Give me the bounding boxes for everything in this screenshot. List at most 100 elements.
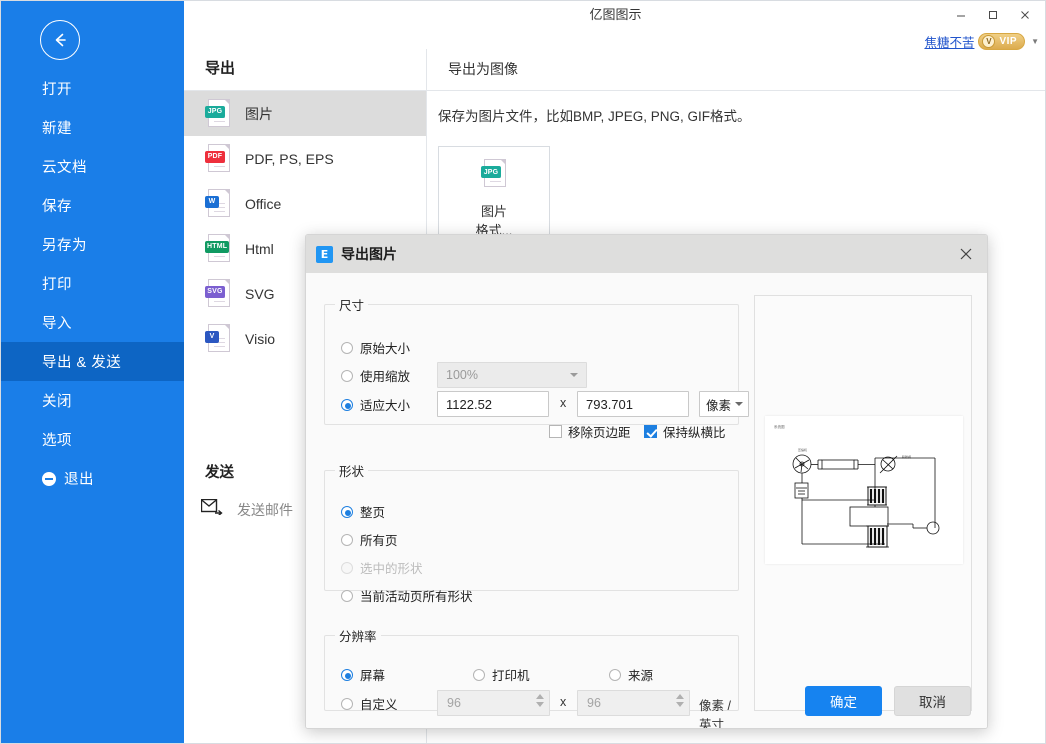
radio-all-shapes-active-page-icon: [341, 589, 353, 602]
chevron-down-icon[interactable]: ▼: [1031, 37, 1039, 46]
radio-fit-size-icon: [341, 398, 353, 411]
radio-whole-page[interactable]: 整页: [341, 502, 385, 521]
sidebar-item-exit[interactable]: 退出: [1, 459, 184, 498]
radio-original-size[interactable]: 原始大小: [341, 338, 410, 357]
export-as-image-heading: 导出为图像: [448, 61, 518, 77]
svg-file-icon: SVG: [205, 278, 231, 309]
html-file-icon: HTML: [205, 233, 231, 264]
sidebar-item-options[interactable]: 选项: [1, 420, 184, 459]
sidebar-item-save-as[interactable]: 另存为: [1, 225, 184, 264]
sidebar-item-import[interactable]: 导入: [1, 303, 184, 342]
svg-file-icon-tag: SVG: [205, 285, 225, 298]
sidebar-item-close[interactable]: 关闭: [1, 381, 184, 420]
sidebar-item-cloud-doc[interactable]: 云文档: [1, 147, 184, 186]
radio-selected-shapes-icon: [341, 561, 353, 574]
pdf-file-icon-tag: PDF: [205, 150, 225, 163]
scale-dropdown-value: 100%: [446, 368, 478, 382]
sidebar-item-label: 导出 & 发送: [42, 355, 122, 371]
dpi-x-separator: x: [560, 695, 567, 709]
format-item-pdf-ps-eps[interactable]: PDF PDF, PS, EPS: [184, 136, 426, 181]
radio-all-shapes-active-page[interactable]: 当前活动页所有形状: [341, 586, 473, 605]
checkbox-keep-ratio-icon: [644, 425, 657, 438]
dpi-unit-label: 像素 / 英寸: [699, 699, 731, 729]
format-item-image[interactable]: JPG 图片: [184, 91, 426, 136]
chevron-down-icon: [570, 373, 578, 377]
eddx-app-window: 打开 新建 云文档 保存 另存为 打印 导入 导出 & 发送 关闭 选项 退出 …: [0, 0, 1046, 744]
sidebar-item-export-and-send[interactable]: 导出 & 发送: [1, 342, 184, 381]
dpi-y-value: 96: [587, 696, 601, 710]
send-mail-item[interactable]: 发送邮件: [200, 498, 293, 520]
mail-icon: [200, 498, 223, 520]
sidebar-item-print[interactable]: 打印: [1, 264, 184, 303]
radio-source[interactable]: 来源: [609, 665, 653, 684]
dpi-x-value: 96: [447, 696, 461, 710]
dpi-y-stepper[interactable]: 96: [577, 690, 690, 716]
sidebar-item-label: 关闭: [42, 394, 72, 410]
checkbox-keep-ratio-label: 保持纵横比: [663, 426, 726, 440]
export-heading: 导出: [205, 60, 236, 77]
jpg-file-icon-tag: JPG: [205, 105, 225, 118]
export-description: 保存为图片文件，比如BMP, JPEG, PNG, GIF格式。: [438, 109, 751, 124]
radio-selected-shapes-label: 选中的形状: [360, 562, 423, 576]
svg-text:压缩机: 压缩机: [798, 447, 807, 452]
chevron-down-icon: [735, 402, 743, 406]
unit-dropdown[interactable]: 像素: [699, 391, 749, 417]
scale-dropdown[interactable]: 100%: [437, 362, 587, 388]
sidebar-item-label: 保存: [42, 199, 72, 215]
sidebar-item-new[interactable]: 新建: [1, 108, 184, 147]
radio-use-scale-icon: [341, 369, 353, 382]
vip-badge[interactable]: V VIP: [978, 32, 1026, 50]
radio-use-scale-label: 使用缩放: [360, 370, 411, 384]
radio-custom-dpi-icon: [341, 697, 353, 710]
radio-screen[interactable]: 屏幕: [341, 665, 385, 684]
vip-check-icon: V: [982, 34, 996, 48]
resolution-group: 分辨率 屏幕 打印机 来源 自定义 96 x 96 像素 / 英寸: [324, 626, 739, 728]
vip-badge-label: VIP: [999, 35, 1018, 47]
radio-printer[interactable]: 打印机: [473, 665, 530, 684]
checkbox-keep-ratio[interactable]: 保持纵横比: [644, 422, 726, 441]
radio-screen-label: 屏幕: [360, 669, 386, 683]
radio-use-scale[interactable]: 使用缩放: [341, 366, 410, 385]
format-item-label: SVG: [245, 285, 275, 302]
sidebar-item-open[interactable]: 打开: [1, 69, 184, 108]
sidebar-item-label: 打印: [42, 277, 72, 293]
close-button[interactable]: [1009, 3, 1041, 27]
sidebar-item-label: 选项: [42, 433, 72, 449]
dialog-action-buttons: 确定 取消: [805, 686, 971, 716]
ok-button[interactable]: 确定: [805, 686, 882, 716]
radio-all-pages[interactable]: 所有页: [341, 530, 398, 549]
sidebar-item-label: 另存为: [42, 238, 87, 254]
height-input[interactable]: [577, 391, 689, 417]
minimize-button[interactable]: [945, 3, 977, 27]
back-arrow-icon[interactable]: [40, 20, 80, 60]
cancel-button[interactable]: 取消: [894, 686, 971, 716]
visio-file-icon: V: [205, 323, 231, 354]
resolution-group-legend: 分辨率: [339, 630, 377, 644]
sidebar-item-label: 退出: [64, 472, 94, 488]
sidebar-item-save[interactable]: 保存: [1, 186, 184, 225]
dialog-close-icon[interactable]: [953, 241, 979, 267]
stepper-arrows-icon: [676, 694, 684, 707]
radio-printer-label: 打印机: [492, 669, 530, 683]
pdf-file-icon: PDF: [205, 143, 231, 174]
format-item-label: Visio: [245, 330, 276, 347]
format-item-office[interactable]: W Office: [184, 181, 426, 226]
radio-custom-dpi[interactable]: 自定义: [341, 694, 398, 713]
jpg-file-icon-tag: JPG: [481, 166, 501, 178]
account-name[interactable]: 焦糖不苦: [924, 32, 974, 51]
dialog-body: 尺寸 原始大小 使用缩放 100% 适应大小 x: [306, 273, 987, 728]
unit-dropdown-value: 像素: [706, 398, 732, 413]
radio-source-label: 来源: [628, 669, 654, 683]
width-input[interactable]: [437, 391, 549, 417]
page-title: 亿图图示: [589, 7, 642, 22]
dpi-x-stepper[interactable]: 96: [437, 690, 550, 716]
radio-screen-icon: [341, 668, 353, 681]
maximize-button[interactable]: [977, 3, 1009, 27]
word-file-icon-tag: W: [205, 195, 219, 208]
radio-fit-size[interactable]: 适应大小: [341, 395, 410, 414]
checkbox-remove-margin[interactable]: 移除页边距: [549, 422, 631, 441]
radio-selected-shapes: 选中的形状: [341, 558, 423, 577]
size-x-separator: x: [560, 396, 567, 410]
visio-file-icon-tag: V: [205, 330, 219, 343]
sidebar-item-label: 打开: [42, 82, 72, 98]
